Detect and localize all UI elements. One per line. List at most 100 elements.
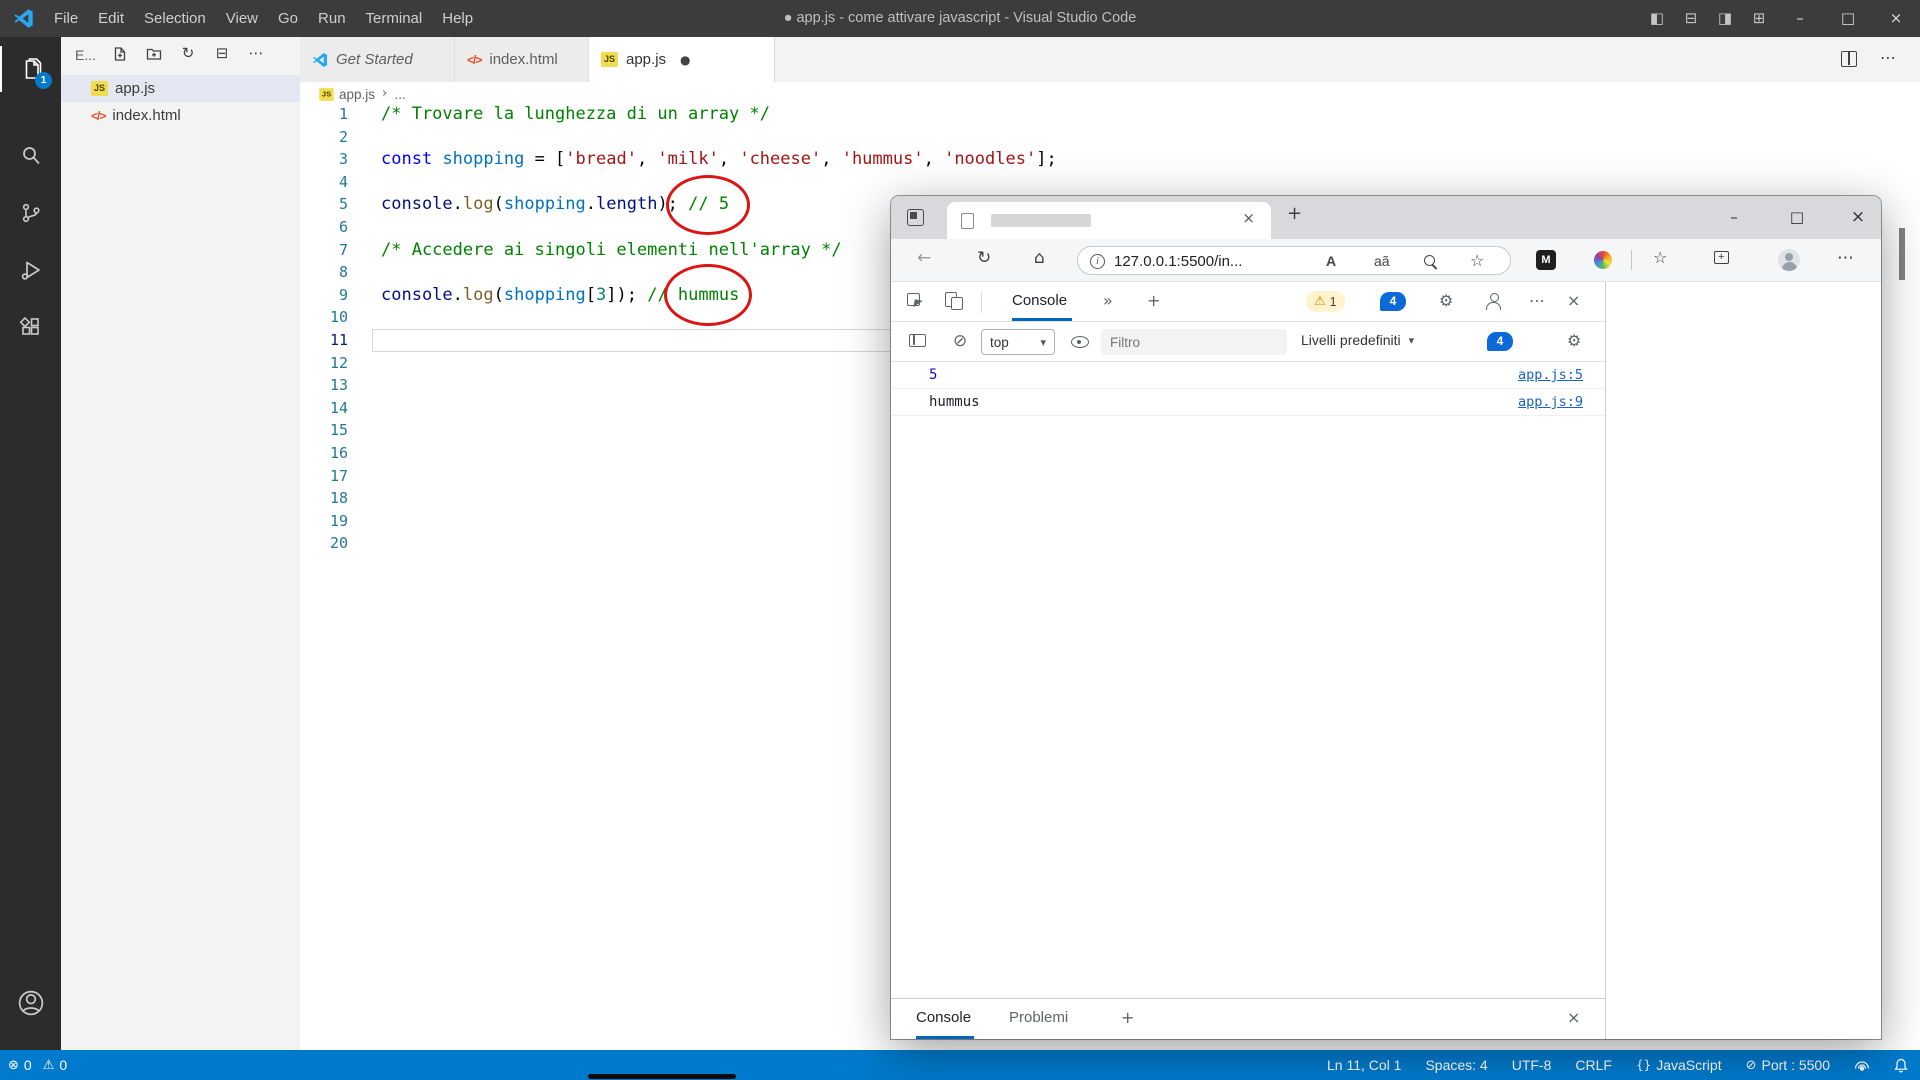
device-emulation-icon[interactable] — [945, 292, 957, 307]
divider — [981, 291, 982, 313]
drawer-tab-problems[interactable]: Problemi — [1009, 1009, 1068, 1026]
refresh-icon[interactable]: ↻ — [177, 46, 199, 61]
back-icon[interactable]: ← — [917, 250, 931, 267]
customize-layout-icon[interactable]: ⊞ — [1742, 11, 1776, 26]
menu-go[interactable]: Go — [268, 10, 308, 27]
tab-index-html[interactable]: </> index.html — [455, 37, 589, 82]
console-filter-input[interactable] — [1101, 329, 1287, 355]
add-favorite-star-icon[interactable]: ☆ — [1470, 253, 1484, 269]
messages-badge[interactable]: 4 — [1487, 332, 1513, 351]
source-link[interactable]: app.js:5 — [1518, 367, 1583, 383]
site-info-icon[interactable]: i — [1090, 254, 1105, 269]
toggle-sidebar-icon[interactable]: ◧ — [1640, 11, 1674, 26]
devtools-settings-gear-icon[interactable]: ⚙ — [1439, 293, 1453, 309]
eol-sequence[interactable]: CRLF — [1575, 1057, 1612, 1073]
encoding[interactable]: UTF-8 — [1512, 1057, 1552, 1073]
browser-maximize-button[interactable]: □ — [1774, 196, 1820, 239]
devtools-close-icon[interactable]: × — [1567, 293, 1580, 309]
run-debug-icon[interactable] — [0, 247, 61, 293]
drawer-tab-console[interactable]: Console — [916, 1009, 971, 1026]
translate-icon[interactable]: aã — [1374, 253, 1390, 269]
menu-file[interactable]: File — [44, 10, 88, 27]
drawer-add-icon[interactable]: + — [1121, 1010, 1134, 1026]
notifications-bell-icon[interactable] — [1894, 1058, 1908, 1073]
menu-help[interactable]: Help — [432, 10, 483, 27]
console-settings-gear-icon[interactable]: ⚙ — [1567, 333, 1581, 349]
toggle-secondary-sidebar-icon[interactable]: ◨ — [1708, 11, 1742, 26]
clear-console-icon[interactable]: ⊘ — [953, 333, 967, 350]
scrollbar-decoration[interactable] — [1899, 228, 1905, 280]
breadcrumb[interactable]: JS app.js › ... — [300, 82, 1920, 106]
views-more-icon[interactable]: ⋯ — [245, 46, 267, 61]
address-bar[interactable]: i 127.0.0.1:5500/in... A aã ☆ — [1077, 246, 1511, 275]
live-server-port[interactable]: ⊘Port : 5500 — [1746, 1057, 1830, 1073]
page-viewport[interactable] — [1607, 282, 1881, 1039]
tab-close-icon[interactable]: × — [1242, 211, 1255, 226]
maximize-button[interactable]: □ — [1824, 0, 1872, 37]
errors-icon[interactable]: ⊗ — [8, 1059, 19, 1072]
menu-run[interactable]: Run — [308, 10, 356, 27]
warnings-badge[interactable]: ⚠ 1 — [1306, 291, 1345, 312]
inspect-element-icon[interactable] — [907, 293, 920, 306]
drawer-close-icon[interactable]: × — [1567, 1010, 1580, 1026]
browser-tab[interactable]: × — [947, 202, 1271, 239]
feedback-people-icon[interactable] — [1485, 293, 1501, 309]
toggle-panel-icon[interactable]: ⊟ — [1674, 11, 1708, 26]
breadcrumb-more: ... — [394, 87, 405, 102]
menu-edit[interactable]: Edit — [88, 10, 134, 27]
tab-get-started[interactable]: Get Started — [300, 37, 455, 82]
devtools-menu-icon[interactable]: ⋯ — [1529, 293, 1545, 309]
indentation[interactable]: Spaces: 4 — [1425, 1057, 1487, 1073]
tab-app-js[interactable]: JS app.js ● — [589, 37, 775, 82]
warnings-icon[interactable]: ⚠ — [43, 1059, 55, 1072]
live-expression-eye-icon[interactable] — [1071, 336, 1089, 348]
editor-more-icon[interactable]: ⋯ — [1880, 50, 1896, 66]
browser-minimize-button[interactable]: – — [1711, 196, 1757, 239]
browser-menu-icon[interactable]: ⋯ — [1837, 250, 1854, 267]
more-tabs-icon[interactable]: » — [1103, 293, 1113, 309]
new-folder-icon[interactable] — [143, 46, 165, 66]
tab-actions-icon[interactable] — [907, 209, 924, 226]
menu-selection[interactable]: Selection — [134, 10, 216, 27]
split-editor-icon[interactable] — [1841, 51, 1857, 67]
js-context-dropdown[interactable]: top ▾ — [981, 329, 1055, 355]
new-tab-icon[interactable]: + — [1287, 205, 1302, 223]
log-levels-dropdown[interactable]: Livelli predefiniti ▾ — [1301, 332, 1414, 348]
home-icon[interactable]: ⌂ — [1034, 250, 1045, 267]
file-row-index-html[interactable]: </>index.html — [61, 102, 300, 129]
source-control-icon[interactable] — [0, 190, 61, 236]
minimize-button[interactable]: – — [1776, 0, 1824, 37]
zoom-icon[interactable] — [1424, 255, 1437, 268]
browser-close-button[interactable]: × — [1835, 196, 1881, 239]
modified-dot-icon[interactable]: ● — [680, 54, 690, 66]
messages-badge[interactable]: 4 — [1380, 292, 1406, 311]
refresh-icon[interactable]: ↻ — [977, 250, 991, 267]
language-mode[interactable]: {}JavaScript — [1636, 1057, 1722, 1073]
favorites-star-icon[interactable]: ☆ — [1653, 250, 1667, 266]
menu-view[interactable]: View — [216, 10, 268, 27]
profile-avatar[interactable] — [1778, 249, 1800, 271]
file-row-app-js[interactable]: JSapp.js — [61, 75, 300, 102]
tab-console[interactable]: Console — [1012, 292, 1067, 309]
explorer-icon[interactable]: 1 — [0, 46, 61, 92]
cursor-position[interactable]: Ln 11, Col 1 — [1327, 1057, 1401, 1073]
read-aloud-icon[interactable]: A — [1326, 253, 1336, 269]
warnings-count[interactable]: 0 — [59, 1057, 67, 1073]
url-text[interactable]: 127.0.0.1:5500/in... — [1114, 253, 1242, 270]
extension-color-icon[interactable] — [1594, 251, 1612, 269]
menu-terminal[interactable]: Terminal — [356, 10, 433, 27]
accounts-icon[interactable] — [0, 980, 61, 1026]
search-icon[interactable] — [0, 133, 61, 179]
console-sidebar-icon[interactable] — [909, 334, 926, 347]
source-link[interactable]: app.js:9 — [1518, 394, 1583, 410]
errors-count[interactable]: 0 — [24, 1057, 32, 1073]
new-file-icon[interactable] — [109, 46, 131, 66]
code-line-3: const shopping = ['bread', 'milk', 'chee… — [381, 148, 1057, 171]
close-button[interactable]: × — [1872, 0, 1920, 37]
broadcast-icon[interactable] — [1854, 1059, 1870, 1072]
collapse-all-icon[interactable]: ⊟ — [211, 46, 233, 61]
add-tab-icon[interactable]: + — [1147, 293, 1160, 309]
extensions-icon[interactable] — [0, 304, 61, 350]
extension-m-icon[interactable]: M — [1536, 250, 1556, 270]
collections-icon[interactable] — [1714, 251, 1729, 264]
